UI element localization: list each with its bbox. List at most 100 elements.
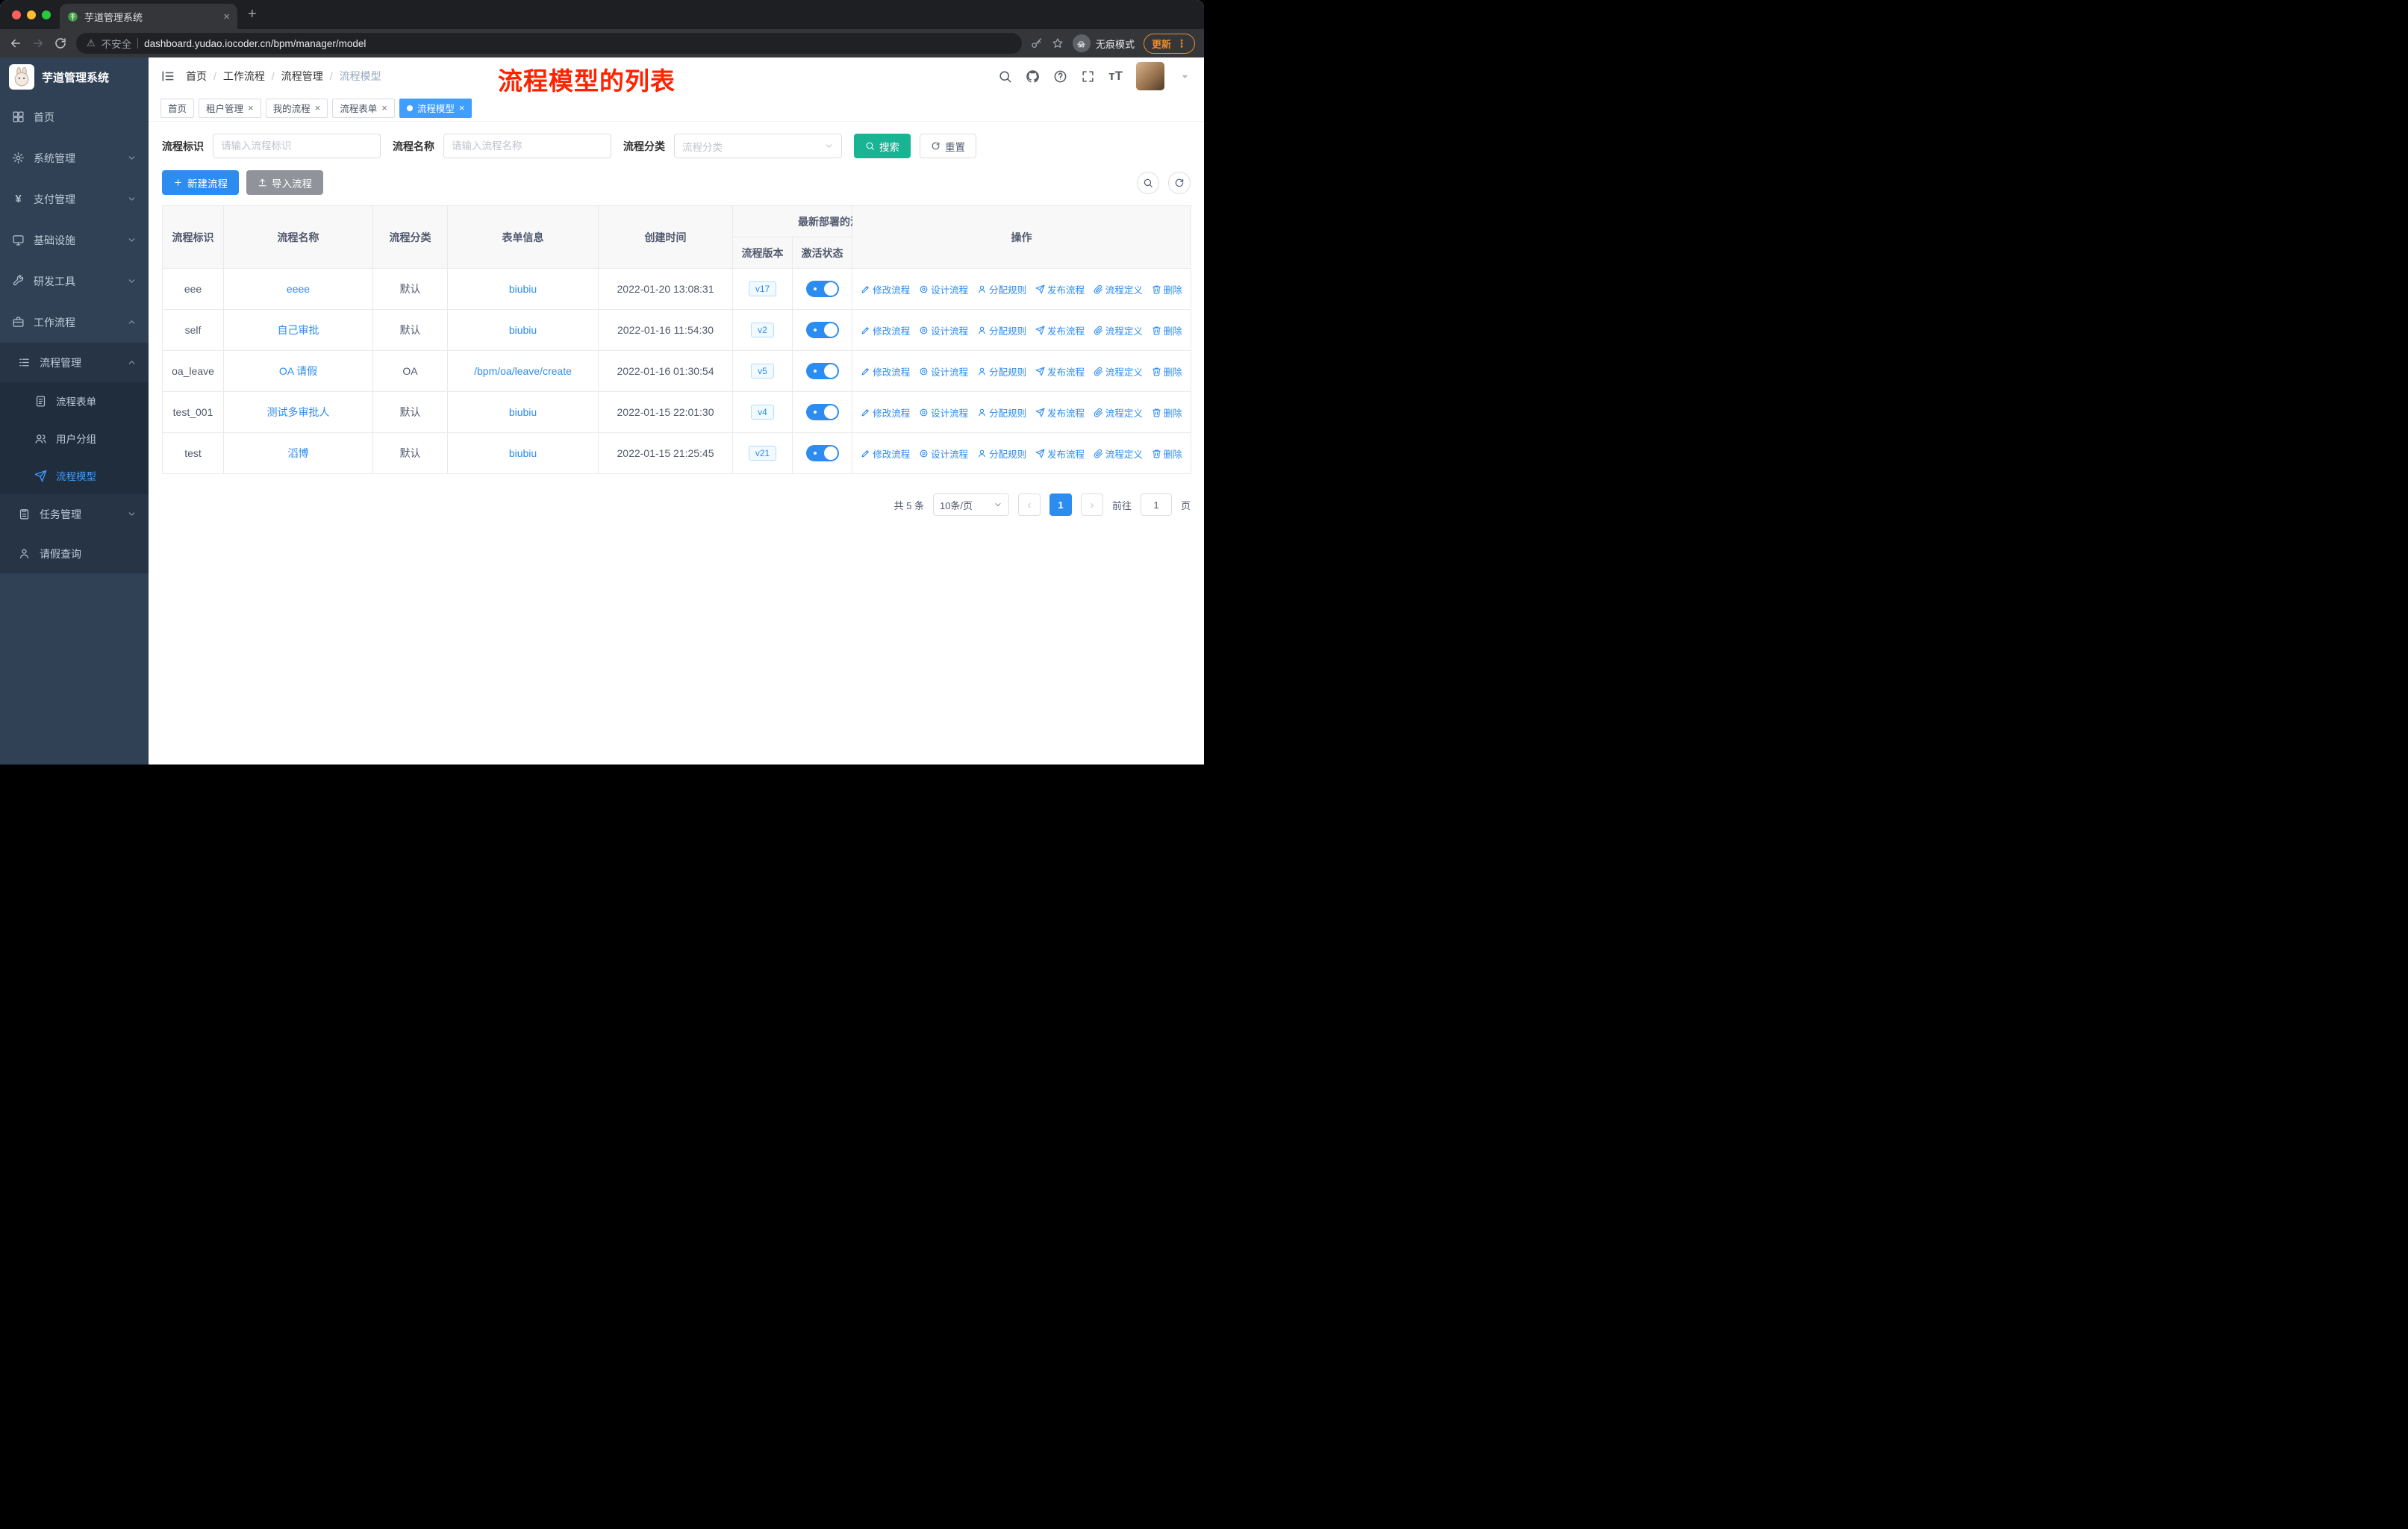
form-info-link[interactable]: biubiu: [509, 324, 537, 336]
action-design-process[interactable]: 设计流程: [919, 405, 968, 420]
url-text[interactable]: dashboard.yudao.iocoder.cn/bpm/manager/m…: [144, 38, 366, 49]
goto-page-input[interactable]: [1140, 493, 1172, 516]
sidebar-item-system-mgmt[interactable]: 系统管理: [0, 137, 149, 178]
breadcrumb-home[interactable]: 首页: [186, 69, 207, 84]
breadcrumb-workflow[interactable]: 工作流程: [223, 69, 265, 84]
form-info-link[interactable]: /bpm/oa/leave/create: [474, 365, 572, 377]
address-bar[interactable]: ⚠ 不安全 dashboard.yudao.iocoder.cn/bpm/man…: [76, 33, 1022, 54]
action-process-definition[interactable]: 流程定义: [1094, 446, 1143, 461]
bookmark-star-icon[interactable]: [1052, 37, 1064, 49]
sidebar-collapse-icon[interactable]: [160, 69, 175, 84]
minimize-window-button[interactable]: [27, 10, 36, 19]
user-avatar[interactable]: [1136, 62, 1164, 90]
category-select[interactable]: 流程分类: [674, 134, 842, 158]
process-name-link[interactable]: 自己审批: [278, 324, 319, 336]
view-tab-my-process[interactable]: 我的流程 ×: [265, 98, 328, 118]
security-label[interactable]: 不安全: [102, 36, 132, 51]
sidebar-item-infrastructure[interactable]: 基础设施: [0, 219, 149, 261]
action-assign-rules[interactable]: 分配规则: [977, 282, 1026, 296]
action-design-process[interactable]: 设计流程: [919, 446, 968, 461]
action-delete[interactable]: 删除: [1152, 364, 1182, 379]
active-toggle[interactable]: [805, 363, 839, 379]
toggle-search-button[interactable]: [1137, 171, 1159, 194]
action-process-definition[interactable]: 流程定义: [1094, 282, 1143, 296]
refresh-table-button[interactable]: [1168, 171, 1191, 194]
process-name-link[interactable]: 测试多审批人: [267, 406, 330, 418]
fullscreen-icon[interactable]: [1081, 69, 1095, 84]
action-assign-rules[interactable]: 分配规则: [977, 446, 1026, 461]
process-name-link[interactable]: eeee: [287, 283, 310, 295]
import-process-button[interactable]: 导入流程: [246, 170, 323, 195]
page-size-select[interactable]: 10条/页: [932, 493, 1009, 516]
browser-tab[interactable]: 芋道管理系统 ×: [60, 4, 237, 29]
action-publish-process[interactable]: 发布流程: [1035, 364, 1085, 379]
new-tab-button[interactable]: +: [248, 6, 257, 23]
breadcrumb-process-mgmt[interactable]: 流程管理: [281, 69, 323, 84]
reset-button[interactable]: 重置: [920, 134, 976, 158]
sidebar-item-process-model[interactable]: 流程模型: [0, 457, 149, 494]
close-window-button[interactable]: [12, 10, 21, 19]
github-icon[interactable]: [1026, 69, 1040, 84]
forward-icon[interactable]: [31, 37, 45, 50]
active-toggle[interactable]: [805, 322, 839, 338]
sidebar-item-process-form[interactable]: 流程表单: [0, 382, 149, 420]
sidebar-item-leave-query[interactable]: 请假查询: [0, 534, 149, 573]
close-icon[interactable]: ×: [248, 102, 254, 113]
action-publish-process[interactable]: 发布流程: [1035, 446, 1085, 461]
action-delete[interactable]: 删除: [1152, 323, 1182, 337]
action-assign-rules[interactable]: 分配规则: [977, 323, 1026, 337]
action-publish-process[interactable]: 发布流程: [1035, 405, 1085, 420]
current-page-button[interactable]: 1: [1049, 493, 1072, 516]
action-assign-rules[interactable]: 分配规则: [977, 405, 1026, 420]
process-key-input[interactable]: [213, 134, 381, 158]
close-icon[interactable]: ×: [459, 102, 465, 113]
sidebar-item-payment-mgmt[interactable]: ¥ 支付管理: [0, 178, 149, 219]
browser-menu-icon[interactable]: ⋮: [1176, 37, 1187, 50]
sidebar-item-dev-tools[interactable]: 研发工具: [0, 261, 149, 302]
action-delete[interactable]: 删除: [1152, 446, 1182, 461]
active-toggle[interactable]: [805, 404, 839, 420]
view-tab-process-model[interactable]: 流程模型 ×: [399, 98, 472, 118]
app-logo[interactable]: 芋道管理系统: [0, 57, 149, 96]
process-name-link[interactable]: 滔博: [288, 447, 309, 459]
sidebar-item-workflow[interactable]: 工作流程: [0, 302, 149, 343]
sidebar-item-task-mgmt[interactable]: 任务管理: [0, 494, 149, 534]
action-delete[interactable]: 删除: [1152, 282, 1182, 296]
action-publish-process[interactable]: 发布流程: [1035, 282, 1085, 296]
view-tab-process-form[interactable]: 流程表单 ×: [332, 98, 395, 118]
sidebar-item-user-group[interactable]: 用户分组: [0, 420, 149, 457]
sidebar-item-home[interactable]: 首页: [0, 96, 149, 137]
form-info-link[interactable]: biubiu: [509, 406, 537, 418]
next-page-button[interactable]: ›: [1080, 493, 1103, 516]
active-toggle[interactable]: [805, 445, 839, 461]
password-key-icon[interactable]: [1031, 37, 1043, 49]
update-button[interactable]: 更新 ⋮: [1143, 33, 1195, 54]
view-tab-tenant[interactable]: 租户管理 ×: [199, 98, 261, 118]
search-button[interactable]: 搜索: [854, 134, 911, 158]
action-assign-rules[interactable]: 分配规则: [977, 364, 1026, 379]
help-icon[interactable]: [1053, 69, 1067, 84]
view-tab-home[interactable]: 首页: [160, 98, 195, 118]
avatar-caret-icon[interactable]: [1178, 69, 1192, 84]
action-process-definition[interactable]: 流程定义: [1094, 405, 1143, 420]
header-search-icon[interactable]: [998, 69, 1012, 84]
action-design-process[interactable]: 设计流程: [919, 282, 968, 296]
font-size-icon[interactable]: тT: [1108, 69, 1123, 84]
process-name-link[interactable]: OA 请假: [279, 365, 317, 377]
action-process-definition[interactable]: 流程定义: [1094, 364, 1143, 379]
action-delete[interactable]: 删除: [1152, 405, 1182, 420]
form-info-link[interactable]: biubiu: [509, 283, 537, 295]
prev-page-button[interactable]: ‹: [1017, 493, 1041, 516]
create-process-button[interactable]: 新建流程: [162, 170, 239, 195]
process-name-input[interactable]: [443, 134, 611, 158]
action-edit-process[interactable]: 修改流程: [861, 364, 910, 379]
form-info-link[interactable]: biubiu: [509, 447, 537, 459]
action-edit-process[interactable]: 修改流程: [861, 446, 910, 461]
action-edit-process[interactable]: 修改流程: [861, 405, 910, 420]
action-design-process[interactable]: 设计流程: [919, 364, 968, 379]
action-edit-process[interactable]: 修改流程: [861, 282, 910, 296]
close-icon[interactable]: ×: [315, 102, 321, 113]
zoom-window-button[interactable]: [42, 10, 51, 19]
sidebar-item-process-mgmt[interactable]: 流程管理: [0, 343, 149, 382]
action-publish-process[interactable]: 发布流程: [1035, 323, 1085, 337]
